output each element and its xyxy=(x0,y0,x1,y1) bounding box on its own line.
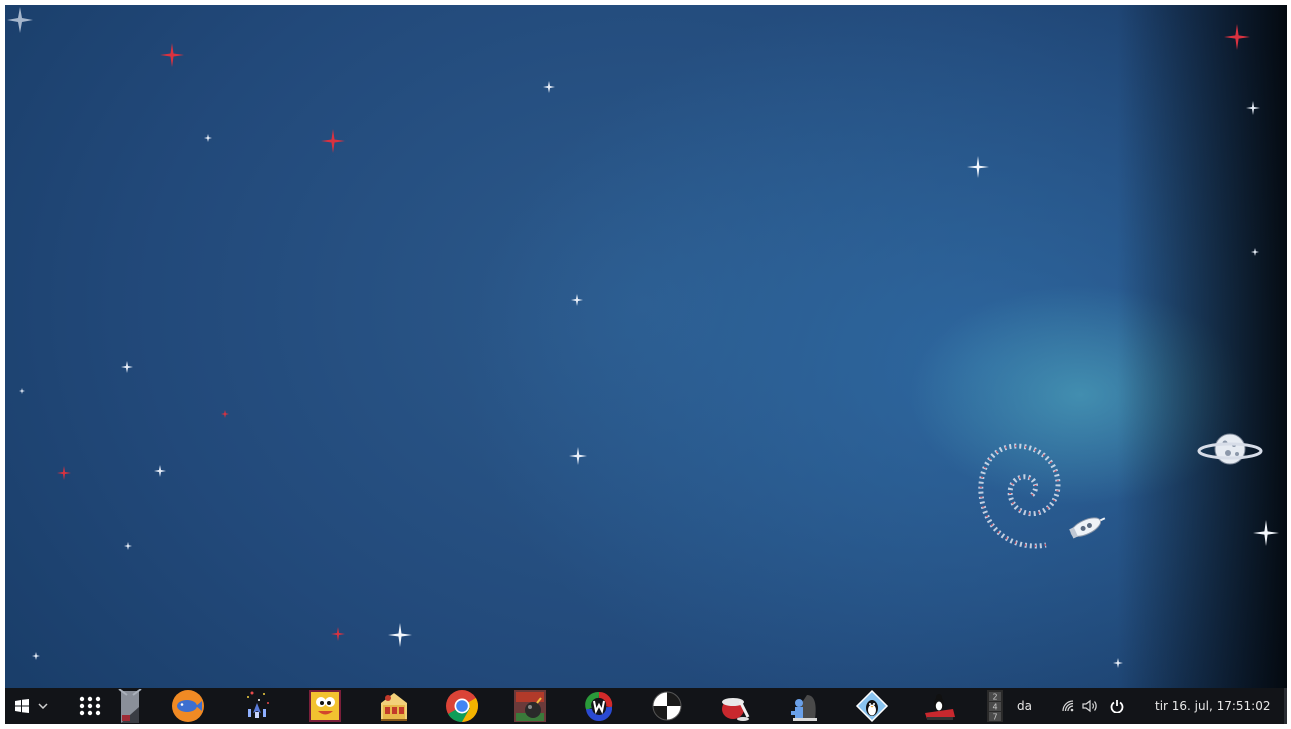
start-button[interactable] xyxy=(10,688,34,724)
taskbar-app-chrome[interactable] xyxy=(445,689,479,723)
star-icon xyxy=(56,465,72,481)
network-button[interactable] xyxy=(1060,688,1078,724)
star-icon xyxy=(387,622,413,648)
show-desktop-edge[interactable] xyxy=(1284,688,1287,724)
star-icon xyxy=(1223,23,1251,51)
space-shooter-icon xyxy=(247,691,269,718)
penguin-racing-icon xyxy=(925,694,955,720)
red-bowl-game-icon xyxy=(722,698,750,721)
network-icon xyxy=(1062,700,1074,712)
start-menu-chevron[interactable] xyxy=(35,688,51,724)
power-button[interactable] xyxy=(1107,688,1127,724)
wallpaper-shade xyxy=(1117,5,1287,688)
chrome-browser-icon xyxy=(446,690,479,723)
chess-ball-icon xyxy=(652,691,682,721)
star-icon xyxy=(220,409,230,419)
casino-game-icon xyxy=(381,693,407,721)
taskbar-app-chess[interactable] xyxy=(787,689,821,723)
app-grid-button[interactable] xyxy=(75,688,105,724)
star-icon xyxy=(1252,519,1280,547)
number-puzzle-icon: 2 4 7 xyxy=(987,690,1003,722)
chess-pieces-icon xyxy=(791,695,817,721)
star-icon xyxy=(542,80,556,94)
taskbar-app-desktop-show[interactable] xyxy=(113,689,147,723)
windows-logo-icon xyxy=(15,699,29,713)
colorful-logo-app-icon xyxy=(585,692,613,721)
star-icon xyxy=(570,293,584,307)
star-icon xyxy=(966,155,990,179)
penguin-diamond-icon xyxy=(855,689,889,723)
volume-icon xyxy=(1082,699,1097,713)
desktop-show-icon xyxy=(118,689,142,723)
star-icon xyxy=(31,651,41,661)
volume-button[interactable] xyxy=(1079,688,1101,724)
rocket-icon xyxy=(1060,513,1108,547)
star-icon xyxy=(153,464,167,478)
svg-text:7: 7 xyxy=(992,713,997,722)
chevron-down-icon xyxy=(38,703,48,709)
star-icon xyxy=(120,360,134,374)
power-icon xyxy=(1110,700,1124,713)
star-icon xyxy=(203,133,213,143)
taskbar: 2 4 7 da tir 16. jul, 17:51:02 xyxy=(5,688,1287,724)
clock[interactable]: tir 16. jul, 17:51:02 xyxy=(1155,688,1270,724)
taskbar-app-chess-ball[interactable] xyxy=(650,689,684,723)
taskbar-app-penguin-diamond[interactable] xyxy=(855,689,889,723)
star-icon xyxy=(123,541,133,551)
taskbar-app-number-puzzle[interactable]: 2 4 7 xyxy=(986,689,1004,723)
taskbar-app-penguin-racing[interactable] xyxy=(923,689,957,723)
star-icon xyxy=(1245,100,1261,116)
star-icon xyxy=(159,42,185,68)
taskbar-app-red-bowl[interactable] xyxy=(718,689,752,723)
bomb-game-icon xyxy=(514,690,546,722)
star-icon xyxy=(1250,247,1260,257)
star-icon xyxy=(1112,657,1124,669)
star-icon xyxy=(568,446,588,466)
desktop-wallpaper[interactable] xyxy=(5,5,1287,688)
taskbar-app-colorful[interactable] xyxy=(582,689,616,723)
keyboard-language-indicator[interactable]: da xyxy=(1017,688,1032,724)
planet-icon xyxy=(1197,425,1263,477)
app-grid-icon xyxy=(79,696,101,716)
svg-text:4: 4 xyxy=(992,703,997,712)
svg-text:2: 2 xyxy=(992,693,997,702)
taskbar-app-casino[interactable] xyxy=(377,689,411,723)
taskbar-app-bomb[interactable] xyxy=(513,689,547,723)
star-icon xyxy=(5,5,35,35)
taskbar-app-cartoon-face[interactable] xyxy=(308,689,342,723)
star-icon xyxy=(330,626,346,642)
fish-game-icon xyxy=(172,690,204,722)
taskbar-app-fish[interactable] xyxy=(171,689,205,723)
star-icon xyxy=(320,128,346,154)
cartoon-face-game-icon xyxy=(309,690,341,722)
taskbar-app-space-shooter[interactable] xyxy=(240,689,274,723)
star-icon xyxy=(18,387,26,395)
screen: 2 4 7 da tir 16. jul, 17:51:02 xyxy=(5,5,1287,724)
